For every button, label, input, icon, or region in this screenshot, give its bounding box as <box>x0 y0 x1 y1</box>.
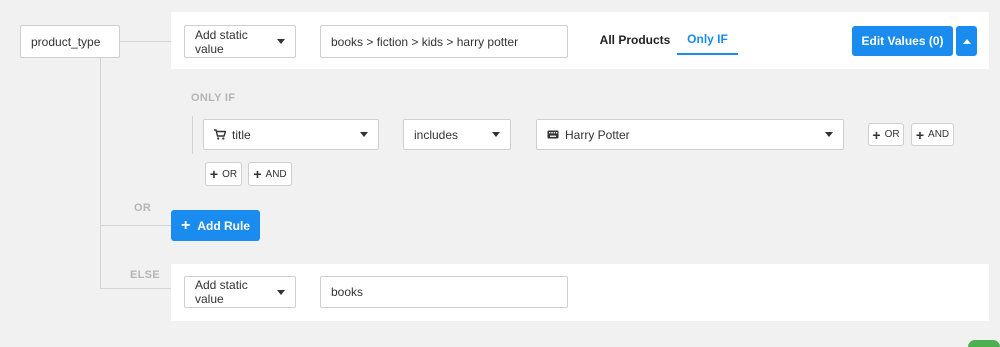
group-add-or-label: OR <box>222 168 238 180</box>
chevron-down-icon <box>360 132 368 137</box>
chevron-down-icon <box>492 132 500 137</box>
if-value-input[interactable]: books > fiction > kids > harry potter <box>320 25 568 58</box>
condition-attribute-label: title <box>232 127 251 142</box>
connector-root-right <box>119 41 171 42</box>
chevron-down-icon <box>825 132 833 137</box>
condition-operator-label: includes <box>414 127 459 142</box>
chevron-down-icon <box>277 39 285 44</box>
plus-icon: + <box>872 126 881 143</box>
cart-icon <box>214 129 226 140</box>
condition-value-select[interactable]: Harry Potter <box>536 119 844 150</box>
edit-values-label: Edit Values (0) <box>861 34 944 48</box>
group-add-or-button[interactable]: + OR <box>205 162 242 186</box>
edit-values-button[interactable]: Edit Values (0) <box>852 26 953 56</box>
chevron-down-icon <box>277 289 285 295</box>
plus-icon: + <box>253 166 262 182</box>
else-section-label: ELSE <box>130 269 160 281</box>
condition-attribute-select[interactable]: title <box>203 119 379 150</box>
condition-attribute-wrap: title <box>214 128 251 142</box>
row-add-or-label: OR <box>884 129 900 140</box>
condition-value-wrap: Harry Potter <box>547 128 630 142</box>
connector-else <box>100 288 171 289</box>
row-add-and-label: AND <box>928 129 950 140</box>
or-section-label: OR <box>134 202 152 214</box>
condition-operator-select[interactable]: includes <box>403 119 511 150</box>
only-if-section-label: ONLY IF <box>191 92 236 104</box>
plus-icon: + <box>180 216 191 234</box>
tab-only-if[interactable]: Only IF <box>677 25 738 55</box>
row-add-or-button[interactable]: + OR <box>868 123 904 146</box>
condition-value-label: Harry Potter <box>565 127 630 142</box>
root-field[interactable]: product_type <box>20 25 120 58</box>
else-source-select[interactable]: Add static value <box>184 276 296 308</box>
tab-all-products-label: All Products <box>599 33 671 47</box>
group-add-and-button[interactable]: + AND <box>248 162 292 186</box>
chat-widget-edge[interactable] <box>968 340 1000 347</box>
collapse-button[interactable] <box>956 26 977 56</box>
else-value-text: books <box>331 285 364 299</box>
else-value-input[interactable]: books <box>320 276 568 308</box>
else-source-select-label: Add static value <box>195 278 248 306</box>
if-source-select-label: Add static value <box>195 27 248 56</box>
tab-only-if-label: Only IF <box>687 32 728 46</box>
if-source-select[interactable]: Add static value <box>184 25 296 58</box>
chevron-up-icon <box>962 38 971 44</box>
only-if-bracket <box>192 116 193 154</box>
tab-all-products[interactable]: All Products <box>597 25 673 55</box>
add-rule-button[interactable]: + Add Rule <box>171 210 260 241</box>
if-value-text: books > fiction > kids > harry potter <box>331 34 519 49</box>
plus-icon: + <box>915 126 925 143</box>
row-add-and-button[interactable]: + AND <box>911 123 954 146</box>
plus-icon: + <box>209 166 219 182</box>
group-add-and-label: AND <box>265 168 287 180</box>
keyboard-icon <box>547 130 559 139</box>
connector-trunk <box>100 58 101 288</box>
connector-or <box>100 225 171 226</box>
add-rule-label: Add Rule <box>197 218 250 233</box>
root-field-label: product_type <box>31 34 101 49</box>
